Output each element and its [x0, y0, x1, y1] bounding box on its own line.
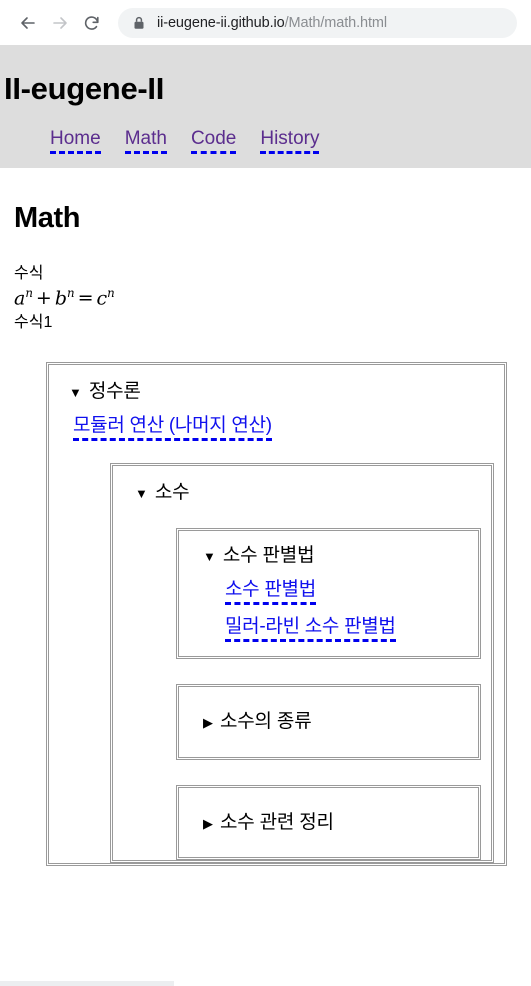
site-header: II-eugene-II Home Math Code History: [0, 45, 531, 168]
page-title: Math: [14, 201, 81, 234]
details-primality-test[interactable]: ▼ 소수 판별법 소수 판별법 밀러-라빈 소수 판별법: [176, 527, 481, 659]
reload-button[interactable]: [76, 7, 108, 39]
details-number-theory[interactable]: ▼ 정수론 모듈러 연산 (나머지 연산) ▼ 소수 ▼ 소수 판별법 소수 판…: [46, 361, 507, 867]
math-term-b: b: [54, 287, 67, 310]
horizontal-scrollbar[interactable]: [0, 980, 531, 986]
forward-button: [44, 7, 76, 39]
formula-label: 수식: [14, 264, 44, 282]
link-row-miller-rabin: 밀러-라빈 소수 판별법: [225, 605, 468, 642]
summary-label: 소수: [154, 482, 190, 504]
lock-icon[interactable]: [132, 15, 145, 30]
summary-label: 소수 관련 정리: [220, 811, 334, 833]
math-exp-b: n: [67, 286, 75, 301]
summary-label: 정수론: [88, 380, 141, 402]
scrollbar-thumb[interactable]: [0, 981, 174, 986]
nav-link-home[interactable]: Home: [50, 128, 101, 154]
details-prime-types[interactable]: ▶ 소수의 종류: [176, 683, 481, 760]
summary-prime-theorems[interactable]: ▶ 소수 관련 정리: [203, 810, 468, 836]
back-button[interactable]: [12, 7, 44, 39]
arrow-right-icon: [50, 13, 70, 33]
math-term-a: a: [14, 287, 26, 310]
summary-label: 소수 판별법: [222, 544, 315, 566]
link-row-primality: 소수 판별법: [225, 568, 468, 606]
math-operator-plus: +: [35, 287, 52, 310]
math-operator-equals: =: [77, 287, 94, 310]
math-term-c: c: [96, 287, 108, 310]
url-path: /Math/math.html: [284, 14, 388, 31]
link-miller-rabin-test[interactable]: 밀러-라빈 소수 판별법: [225, 615, 396, 642]
site-title: II-eugene-II: [4, 71, 165, 106]
url-text: ii-eugene-ii.github.io/Math/math.html: [157, 15, 387, 31]
summary-primes[interactable]: ▼ 소수: [135, 480, 481, 506]
summary-label: 소수의 종류: [220, 710, 312, 732]
triangle-right-icon[interactable]: ▶: [203, 716, 213, 729]
page-body: Math 수식 an + bn = cn 수식1 ▼ 정수론 모듈러 연산 (나머지 연…: [0, 202, 531, 867]
triangle-right-icon[interactable]: ▶: [203, 817, 213, 830]
math-exp-c: n: [107, 286, 115, 301]
summary-prime-types[interactable]: ▶ 소수의 종류: [203, 709, 468, 735]
nav-link-code[interactable]: Code: [190, 128, 237, 154]
link-modular-arithmetic[interactable]: 모듈러 연산 (나머지 연산): [73, 414, 272, 442]
url-domain: ii-eugene-ii.github.io: [157, 14, 285, 31]
arrow-left-icon: [18, 13, 38, 33]
triangle-down-icon[interactable]: ▼: [203, 550, 216, 563]
browser-window: ii-eugene-ii.github.io/Math/math.html II…: [0, 0, 531, 986]
details-primes[interactable]: ▼ 소수 ▼ 소수 판별법 소수 판별법 밀러-라빈 소수 판별법 ▶ 소수의 …: [110, 463, 494, 864]
site-nav: Home Math Code History: [0, 128, 531, 154]
triangle-down-icon[interactable]: ▼: [135, 487, 148, 500]
summary-primality-test[interactable]: ▼ 소수 판별법: [203, 543, 468, 569]
reload-icon: [82, 13, 102, 33]
formula-label-2: 수식1: [14, 314, 53, 332]
link-row-modular: 모듈러 연산 (나머지 연산): [73, 404, 494, 442]
browser-toolbar: ii-eugene-ii.github.io/Math/math.html: [0, 0, 531, 45]
triangle-down-icon[interactable]: ▼: [69, 386, 82, 399]
address-bar[interactable]: ii-eugene-ii.github.io/Math/math.html: [118, 7, 517, 38]
math-exp-a: n: [25, 286, 33, 301]
math-formula: an + bn = cn: [14, 286, 521, 311]
summary-number-theory[interactable]: ▼ 정수론: [69, 379, 494, 405]
nav-link-math[interactable]: Math: [124, 128, 167, 154]
nav-link-history[interactable]: History: [260, 128, 320, 154]
formula-block: 수식 an + bn = cn 수식1: [14, 263, 521, 334]
details-prime-theorems[interactable]: ▶ 소수 관련 정리: [176, 784, 481, 861]
link-primality-test[interactable]: 소수 판별법: [225, 578, 316, 606]
page-viewport: II-eugene-II Home Math Code History Math…: [0, 45, 531, 986]
